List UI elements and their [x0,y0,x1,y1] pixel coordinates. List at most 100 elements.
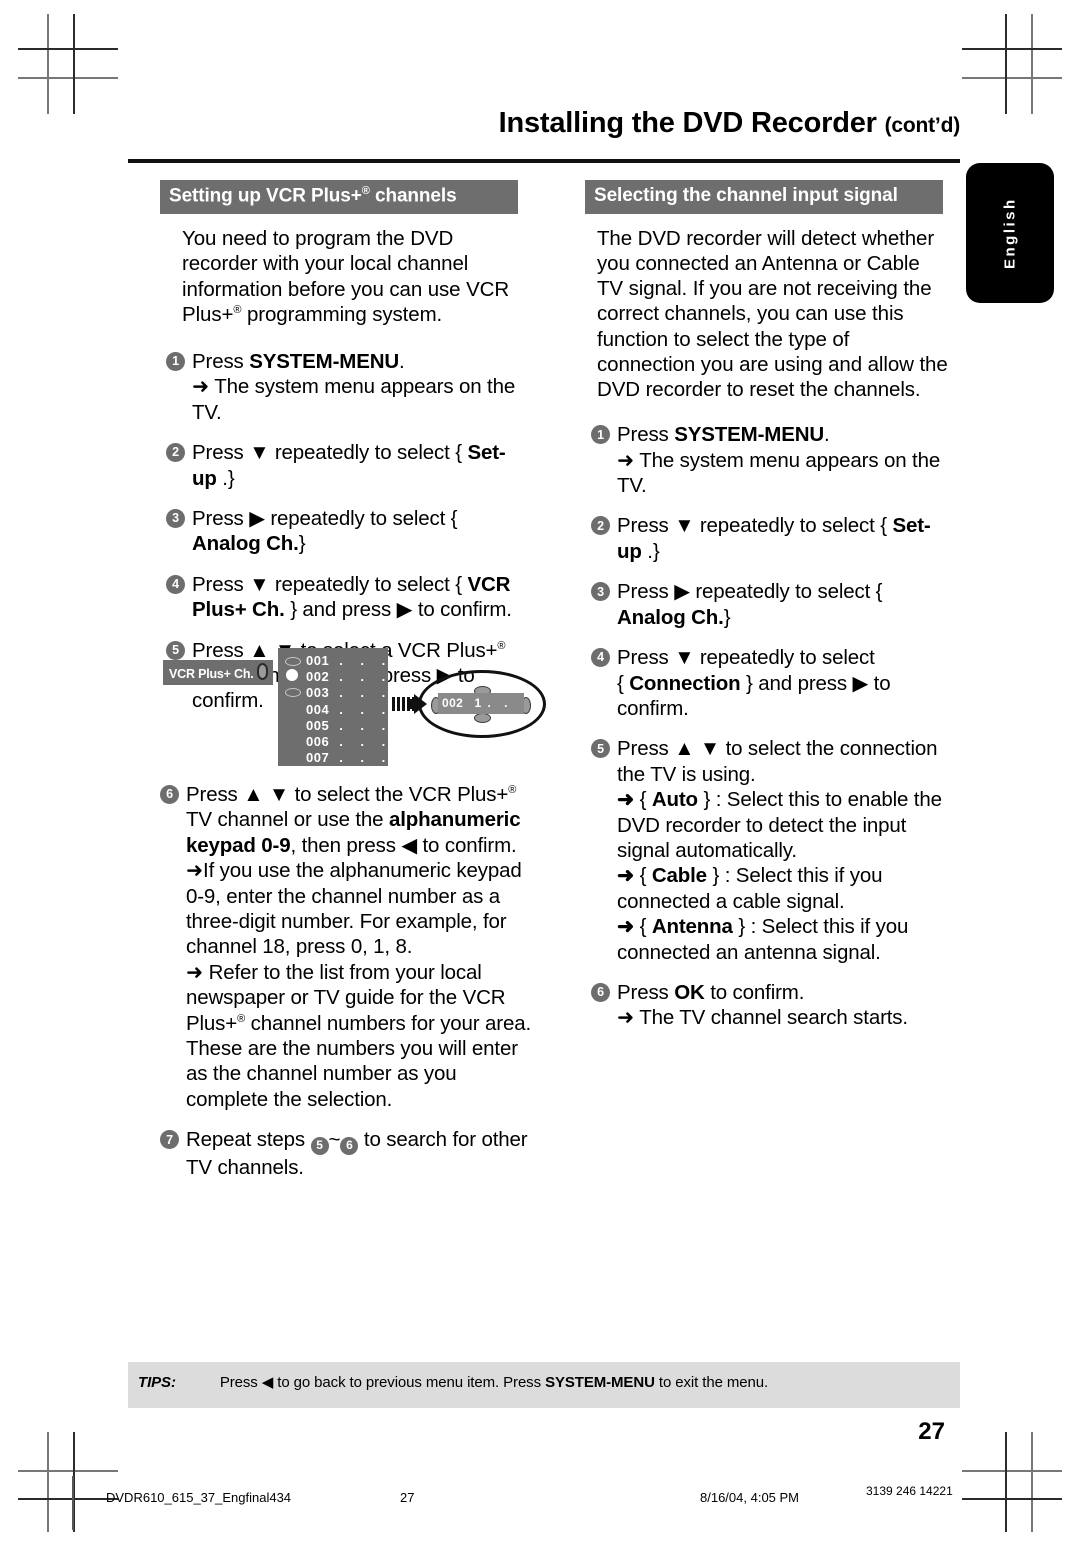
step-bold-term: Analog Ch. [192,532,299,556]
page-header: Installing the DVD Recorder (cont’d) [128,107,961,139]
step-text: Press ▼ repeatedly to select { [617,514,893,538]
step-text-tail: . [824,423,830,447]
right-section-header: Selecting the channel input signal [585,180,943,214]
channel-number: 003 [306,685,330,701]
vcr-plus-ch-label: VCR Plus+ Ch. [163,660,273,685]
option-name: Cable [651,864,707,888]
step-result-note: ➜ The system menu appears on the TV. [617,448,941,498]
step-note-text-b: channel numbers for your area. These are… [186,1011,532,1111]
option-bullet: ➜ { Antenna } : Select this if you conne… [617,914,950,965]
step-body: Repeat steps 5 ~6 to search for other TV … [160,1127,532,1180]
left-steps-list-continued: 6 Press ▲ ▼ to select the VCR Plus+® TV … [160,782,532,1180]
callout-row: 002 1 . . [438,693,524,714]
tips-bar: TIPS: Press ◀ to go back to previous menu… [128,1362,960,1408]
step-body: Press ▲ ▼ to select the VCR Plus+® TV ch… [160,782,532,1112]
step-body: Press ▲ ▼ to select the connection the T… [591,736,950,965]
channel-row: 005 . . . [306,718,392,734]
step-body: Press ▼ repeatedly to select{ Connection… [591,645,950,721]
step-text: Press ▼ repeatedly to select [617,646,875,670]
channel-row: 002 . . . [306,669,392,685]
header-rule [128,159,960,163]
step-text-tail: } [723,605,731,629]
inline-step-ref: 5 [310,1136,329,1155]
channel-number: 001 [306,653,330,668]
knob-bottom-icon [474,713,491,723]
vcr-plus-ch-label-text: VCR Plus+ Ch. [169,667,254,681]
crop-mark-top-right-vertical [1031,14,1033,114]
brace-close: } [706,864,725,888]
callout-channel-number: 002 [442,696,464,710]
left-section-header: Setting up VCR Plus+® channels [160,180,518,215]
channel-dots: . . . [339,669,393,685]
channel-dots: . . . [339,701,393,717]
registered-mark-icon: ® [237,1012,246,1025]
crop-mark-top-left-vertical [47,14,49,114]
step-text: Press ▼ repeatedly to select { [192,441,468,465]
left-section-header-tail: channels [369,185,457,207]
channel-number: 007 [306,750,330,766]
channel-row: 001 . . . [306,653,392,669]
channel-list-box: 001. . . 002. . . 003. . . 004. . . 005.… [278,648,388,766]
step-body: Press SYSTEM-MENU. ➜ The system menu app… [591,422,950,498]
left-intro-text-b: programming system. [241,302,443,326]
step-body: Press ▶ repeatedly to select { Analog Ch… [166,506,530,557]
registered-mark-icon: ® [508,784,517,797]
arrow-right-icon: ➜ [617,788,635,812]
page-title-contd: (cont’d) [884,114,961,137]
brace-close: } [732,915,751,939]
registered-mark-icon: ® [361,185,370,197]
spinner-icon [256,663,268,680]
step-item: 1 Press SYSTEM-MENU. ➜ The system menu a… [591,422,950,498]
step-text: Press ▶ repeatedly to select { [617,580,883,604]
step-item: 7 Repeat steps 5 ~6 to search for other T… [160,1127,532,1180]
step-bold-term: SYSTEM-MENU [674,423,825,447]
step-result-note-2: ➜ Refer to the list from your local news… [186,960,532,1112]
page-number: 27 [918,1418,945,1445]
crop-mark-top-left-horizontal [18,77,118,79]
step-range-tilde: ~ [328,1128,341,1152]
tips-text: Press ◀ to go back to previous menu item… [219,1374,546,1391]
callout-channel-value: 1 [474,696,482,710]
callout-dots: . . [487,696,513,710]
step-text: Repeat steps [186,1128,311,1152]
language-tab-label: English [1001,197,1019,269]
step-bold-term: OK [674,980,705,1004]
step-text-tail: } and press ▶ to confirm. [290,598,512,622]
step-body: Press SYSTEM-MENU. ➜ The system menu app… [166,349,530,425]
option-bullet: ➜ { Cable } : Select this if you connect… [617,863,950,914]
channel-row: 003 . . . [306,685,392,701]
tips-label: TIPS: [138,1374,176,1391]
step-bold-term: Connection [629,671,741,695]
channel-number: 005 [306,717,330,733]
channel-number: 006 [306,734,330,750]
brace-open: { [639,788,652,812]
page-title: Installing the DVD Recorder (cont’d) [128,107,961,139]
channel-dots: . . . [339,734,393,750]
step-number: 6 [591,982,610,1002]
page-title-text: Installing the DVD Recorder [498,107,877,139]
brace-open: { [639,864,652,888]
step-result-note: ➜ The system menu appears on the TV. [192,375,516,424]
step-item: 6 Press ▲ ▼ to select the VCR Plus+® TV … [160,782,532,1112]
right-intro-paragraph: The DVD recorder will detect whether you… [597,226,948,402]
step-text-tail: .} [641,539,660,563]
channel-dots: . . . [339,685,393,701]
channel-row: 006 . . . [306,734,392,750]
step-text: Press [617,980,675,1004]
language-tab: English [966,163,1054,303]
brace-close: } [697,788,716,812]
footer-filename: DVDR610_615_37_Engfinal434 [106,1490,292,1505]
print-footer: DVDR610_615_37_Engfinal434 27 8/16/04, 4… [0,1476,1080,1530]
footer-document-code: 3139 246 14221 [866,1484,953,1498]
brace-open: { [639,915,652,939]
tips-text-tail: to exit the menu. [654,1374,769,1391]
channel-row: 007 . . . [306,750,392,766]
step-number: 3 [166,509,185,529]
down-cap-icon [285,688,301,697]
document-page: Installing the DVD Recorder (cont’d) Eng… [0,0,1080,1544]
step-number: 1 [166,351,185,371]
left-column-continued: 6 Press ▲ ▼ to select the VCR Plus+® TV … [160,782,532,1180]
step-number: 4 [591,648,610,668]
up-cap-icon [285,657,301,666]
footer-page: 27 [400,1490,415,1505]
